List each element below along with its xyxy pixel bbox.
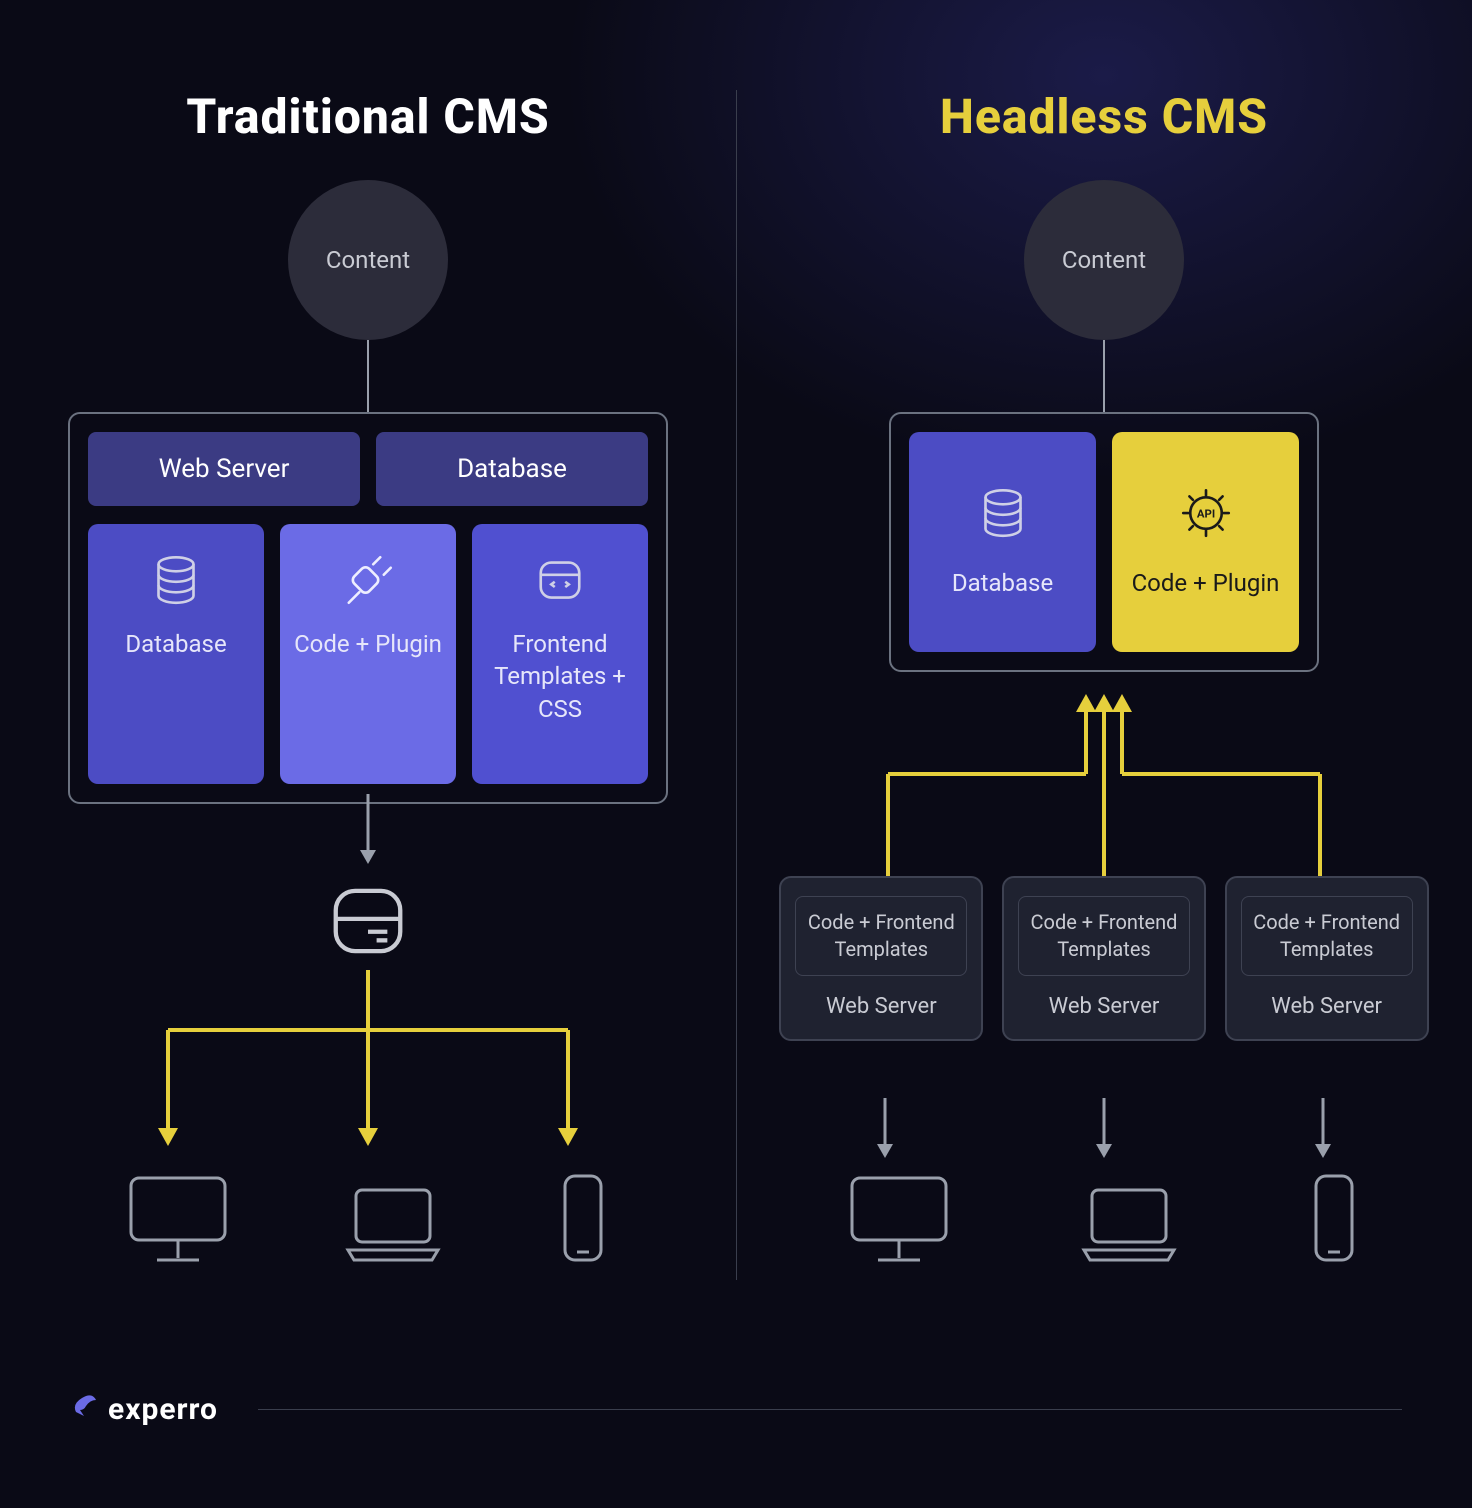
footer: experro xyxy=(70,1390,1402,1428)
web-server-label: Web Server xyxy=(1018,994,1190,1019)
devices-row xyxy=(0,1168,736,1272)
content-node: Content xyxy=(1024,180,1184,340)
trad-top-row: Web Server Database xyxy=(88,432,648,506)
database-box: Database xyxy=(376,432,648,506)
mobile-icon xyxy=(553,1168,613,1272)
database-icon xyxy=(975,485,1031,547)
api-card-label: Code + Plugin xyxy=(1132,567,1280,599)
desktop-icon xyxy=(844,1168,954,1272)
api-card: API Code + Plugin xyxy=(1112,432,1299,652)
down-arrows-row xyxy=(736,1096,1472,1166)
frontend-card: Frontend Templates + CSS xyxy=(472,524,648,784)
database-card-label: Database xyxy=(952,567,1053,599)
arrow-down xyxy=(354,790,382,872)
server-icon xyxy=(325,878,411,968)
web-server-label: Web Server xyxy=(795,994,967,1019)
templates-label: Code + Frontend Templates xyxy=(1241,896,1413,976)
arrow-down-icon xyxy=(871,1096,899,1164)
content-label: Content xyxy=(326,246,410,274)
brand-logo: experro xyxy=(70,1390,218,1428)
templates-label: Code + Frontend Templates xyxy=(1018,896,1190,976)
laptop-icon xyxy=(1074,1178,1184,1272)
headless-title: Headless CMS xyxy=(736,88,1472,145)
frontend-label: Frontend Templates + CSS xyxy=(484,628,636,725)
web-server-box: Web Server xyxy=(88,432,360,506)
traditional-title: Traditional CMS xyxy=(0,88,736,145)
database-card-label: Database xyxy=(125,628,226,660)
arrow-down-icon xyxy=(1309,1096,1337,1164)
database-card: Database xyxy=(88,524,264,784)
web-server-card: Code + Frontend Templates Web Server xyxy=(1225,876,1429,1041)
web-server-card: Code + Frontend Templates Web Server xyxy=(1002,876,1206,1041)
plug-icon xyxy=(340,552,396,608)
brand-name: experro xyxy=(108,1392,218,1427)
web-server-card: Code + Frontend Templates Web Server xyxy=(779,876,983,1041)
headless-servers-row: Code + Frontend Templates Web Server Cod… xyxy=(736,876,1472,1041)
laptop-icon xyxy=(338,1178,448,1272)
traditional-cms-panel: Web Server Database Database xyxy=(68,412,668,804)
desktop-icon xyxy=(123,1168,233,1272)
svg-text:API: API xyxy=(1196,506,1214,520)
up-connector xyxy=(736,688,1472,876)
branch-connector xyxy=(0,970,736,1160)
headless-cms-side: Headless CMS Content Database xyxy=(736,0,1472,1508)
headless-panel: Database API Code + Plugin xyxy=(889,412,1319,672)
connector-line xyxy=(1103,340,1105,412)
content-node: Content xyxy=(288,180,448,340)
content-label: Content xyxy=(1062,246,1146,274)
mobile-icon xyxy=(1304,1168,1364,1272)
code-plugin-label: Code + Plugin xyxy=(294,628,442,660)
logo-mark-icon xyxy=(70,1390,100,1428)
api-gear-icon: API xyxy=(1178,485,1234,547)
trad-bottom-row: Database Code + Plugin xyxy=(88,524,648,784)
code-plugin-card: Code + Plugin xyxy=(280,524,456,784)
templates-label: Code + Frontend Templates xyxy=(795,896,967,976)
web-server-label: Web Server xyxy=(1241,994,1413,1019)
devices-row xyxy=(736,1168,1472,1272)
footer-divider xyxy=(258,1409,1402,1410)
traditional-cms-side: Traditional CMS Content Web Server Datab… xyxy=(0,0,736,1508)
database-card: Database xyxy=(909,432,1096,652)
arrow-down-icon xyxy=(1090,1096,1118,1164)
template-icon xyxy=(532,552,588,608)
database-icon xyxy=(148,552,204,608)
connector-line xyxy=(367,340,369,412)
